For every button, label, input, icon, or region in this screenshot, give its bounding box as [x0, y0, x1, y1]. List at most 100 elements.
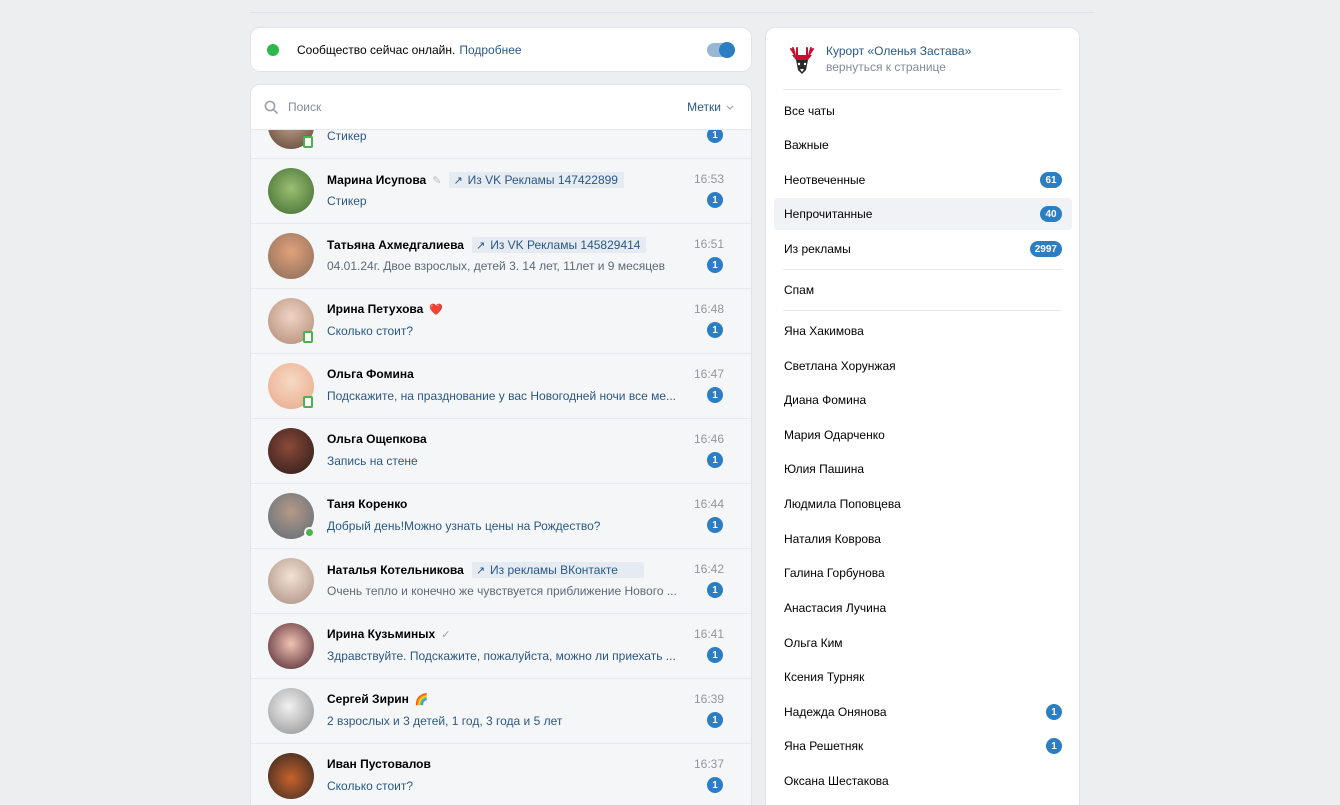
chat-name-line: Ирина Петухова ❤️	[327, 302, 443, 316]
filter-all-chats[interactable]: Все чаты	[774, 95, 1072, 127]
manager-item[interactable]: Яна Решетняк 1	[774, 730, 1072, 762]
chat-row-partial[interactable]: Стикер 1	[251, 130, 751, 159]
chat-time: 16:37	[693, 757, 724, 771]
chat-row[interactable]: Ольга Ощепкова 16:46 Запись на стене 1	[251, 419, 751, 484]
search-bar: Метки	[251, 85, 751, 130]
filter-from-ads[interactable]: Из рекламы 2997	[774, 233, 1072, 265]
ad-source-label: Из VK Рекламы 147422899	[467, 173, 618, 187]
community-header: Курорт «Оленья Застава» вернуться к стра…	[766, 28, 1079, 90]
chat-name-line: Наталья Котельникова ↗ Из рекламы ВКонтак…	[327, 562, 644, 578]
unread-badge: 1	[707, 257, 723, 273]
avatar	[268, 428, 314, 474]
manager-label: Яна Хакимова	[784, 324, 864, 338]
chat-name-line: Иван Пустовалов	[327, 757, 431, 771]
chat-time: 16:53	[693, 172, 724, 186]
manager-item[interactable]: Светлана Хорунжая	[774, 350, 1072, 382]
chat-preview: 2 взрослых и 3 детей, 1 год, 3 года и 5 …	[327, 714, 563, 728]
chat-row[interactable]: Марина Исупова ✎ ↗ Из VK Рекламы 14742289…	[251, 159, 751, 224]
ad-source-label: Из рекламы ВКонтакте	[490, 563, 618, 577]
unread-badge: 1	[707, 712, 723, 728]
community-name-link[interactable]: Курорт «Оленья Застава»	[826, 44, 971, 58]
filter-unanswered[interactable]: Неотвеченные 61	[774, 164, 1072, 196]
manager-label: Диана Фомина	[784, 393, 867, 407]
manager-label: Галина Горбунова	[784, 566, 885, 580]
filter-important[interactable]: Важные	[774, 129, 1072, 161]
mobile-online-icon	[303, 396, 313, 408]
manager-item[interactable]: Ольга Ким	[774, 627, 1072, 659]
chat-name: Ольга Ощепкова	[327, 432, 427, 446]
chat-row[interactable]: Иван Пустовалов 16:37 Сколько стоит? 1	[251, 744, 751, 805]
chat-time: 16:51	[693, 237, 724, 251]
online-toggle[interactable]	[707, 41, 735, 58]
filter-unread[interactable]: Непрочитанные 40	[774, 198, 1072, 230]
filters-panel: Курорт «Оленья Застава» вернуться к стра…	[765, 27, 1080, 805]
ad-source-tag[interactable]: ↗ Из VK Рекламы 145829414	[471, 237, 647, 253]
divider	[783, 310, 1062, 311]
chat-row[interactable]: Ирина Петухова ❤️ 16:48 Сколько стоит? 1	[251, 289, 751, 354]
chat-row[interactable]: Ольга Фомина 16:47 Подскажите, на праздн…	[251, 354, 751, 419]
chat-row[interactable]: Сергей Зирин 🌈 16:39 2 взрослых и 3 дете…	[251, 679, 751, 744]
avatar	[268, 623, 314, 669]
chat-time: 16:48	[693, 302, 724, 316]
more-info-link[interactable]: Подробнее	[459, 43, 521, 57]
chat-name: Наталья Котельникова	[327, 563, 464, 577]
chat-row[interactable]: Наталья Котельникова ↗ Из рекламы ВКонтак…	[251, 549, 751, 614]
chat-preview: 04.01.24г. Двое взрослых, детей 3. 14 ле…	[327, 259, 666, 273]
chat-name-line: Сергей Зирин 🌈	[327, 692, 429, 706]
avatar	[268, 688, 314, 734]
avatar	[268, 753, 314, 799]
filter-spam[interactable]: Спам	[774, 274, 1072, 306]
filter-label: Важные	[784, 138, 829, 152]
arrow-up-right-icon: ↗	[475, 239, 486, 252]
avatar	[268, 558, 314, 604]
chat-row[interactable]: Таня Коренко 16:44 Добрый день!Можно узн…	[251, 484, 751, 549]
manager-item[interactable]: Галина Горбунова	[774, 557, 1072, 589]
ad-source-tag[interactable]: ↗ Из VK Рекламы 147422899	[449, 172, 624, 188]
manager-item[interactable]: Наталия Коврова	[774, 523, 1072, 555]
chat-preview: Стикер	[327, 194, 367, 208]
chat-time: 16:47	[693, 367, 724, 381]
unread-badge: 1	[707, 517, 723, 533]
count-badge: 61	[1040, 172, 1062, 188]
manager-label: Надежда Онянова	[784, 705, 887, 719]
unread-badge: 1	[707, 387, 723, 403]
rainbow-icon: 🌈	[414, 693, 429, 706]
manager-item[interactable]: Надежда Онянова 1	[774, 696, 1072, 728]
chat-preview: Очень тепло и конечно же чувствуется при…	[327, 584, 677, 598]
manager-item[interactable]: Мария Одарченко	[774, 419, 1072, 451]
unread-badge: 1	[707, 582, 723, 598]
chat-time: 16:42	[693, 562, 724, 576]
filter-label: Неотвеченные	[784, 173, 866, 187]
pen-icon: ✎	[432, 174, 442, 187]
filter-label: Все чаты	[784, 104, 835, 118]
search-input[interactable]	[288, 100, 688, 114]
chat-time: 16:41	[693, 627, 724, 641]
manager-label: Наталия Коврова	[784, 532, 881, 546]
chat-name: Таня Коренко	[327, 497, 408, 511]
manager-item[interactable]: Оксана Шестакова	[774, 765, 1072, 797]
chat-name-line: Марина Исупова ✎ ↗ Из VK Рекламы 14742289…	[327, 172, 624, 188]
avatar	[268, 168, 314, 214]
manager-label: Яна Решетняк	[784, 739, 864, 753]
chat-time: 16:46	[693, 432, 724, 446]
checkmark-icon: ✓	[441, 628, 451, 641]
chat-name-line: Таня Коренко	[327, 497, 407, 511]
manager-item[interactable]: Яна Хакимова	[774, 315, 1072, 347]
chat-time: 16:44	[693, 497, 724, 511]
online-status-text: Сообщество сейчас онлайн.	[297, 42, 456, 57]
avatar	[268, 233, 314, 279]
tags-dropdown[interactable]: Метки	[687, 100, 734, 114]
ad-source-tag[interactable]: ↗ Из рекламы ВКонтакте	[471, 562, 644, 578]
manager-item[interactable]: Ксения Турняк	[774, 661, 1072, 693]
chat-row[interactable]: Ирина Кузьминых ✓ 16:41 Здравствуйте. По…	[251, 614, 751, 679]
chat-list-panel: Метки Стикер 1 Марина Исупова ✎ ↗ Из VK Р…	[250, 84, 752, 805]
chat-rows: Стикер 1 Марина Исупова ✎ ↗ Из VK Рекламы…	[251, 130, 751, 805]
manager-item[interactable]: Людмила Поповцева	[774, 488, 1072, 520]
manager-label: Ольга Ким	[784, 636, 843, 650]
arrow-up-right-icon: ↗	[453, 174, 463, 187]
manager-item[interactable]: Анастасия Лучина	[774, 592, 1072, 624]
manager-item[interactable]: Диана Фомина	[774, 384, 1072, 416]
chat-row[interactable]: Татьяна Ахмедгалиева ↗ Из VK Рекламы 1458…	[251, 224, 751, 289]
manager-item[interactable]: Юлия Пашина	[774, 453, 1072, 485]
back-to-page-link[interactable]: вернуться к странице	[826, 60, 971, 74]
